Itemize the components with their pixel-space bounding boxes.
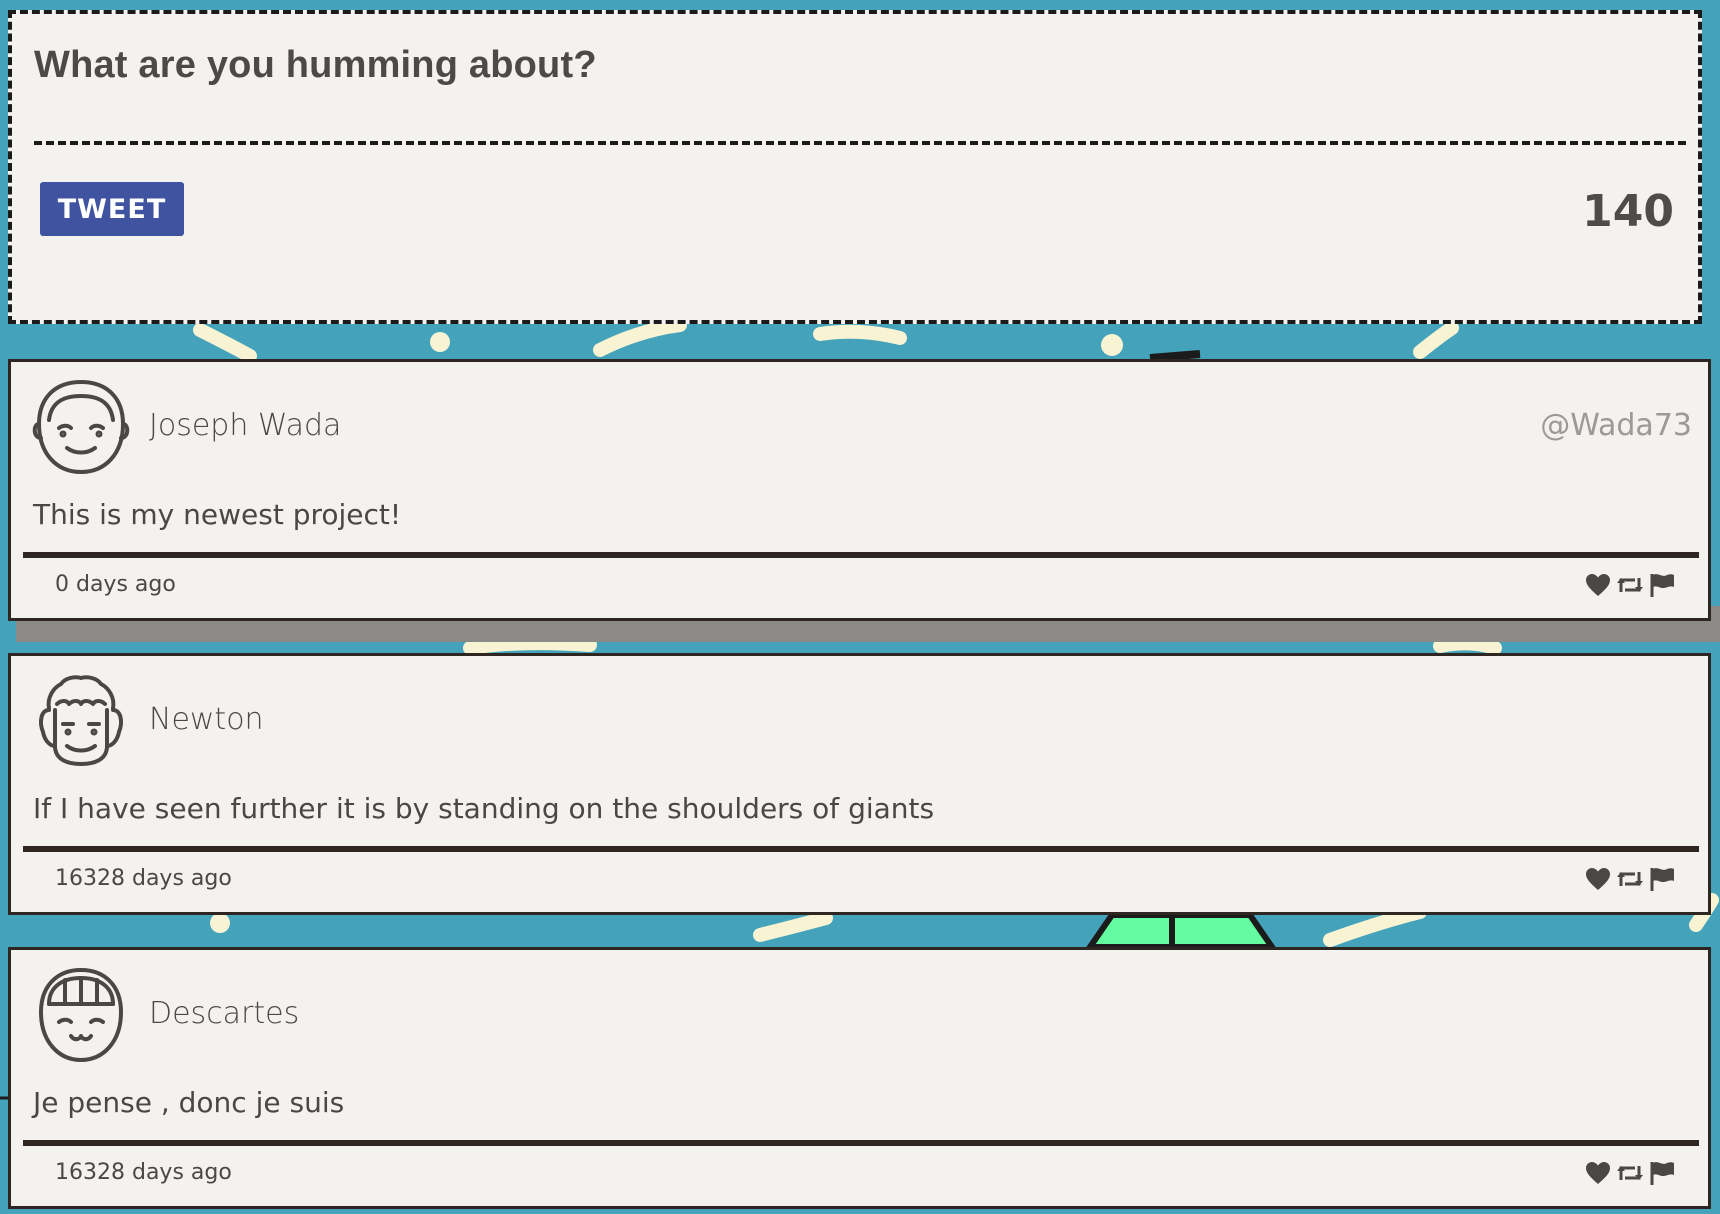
- compose-divider: [34, 141, 1686, 145]
- tweet-card: Descartes Je pense , donc je suis 16328 …: [8, 947, 1711, 1209]
- flag-icon[interactable]: [1648, 1160, 1676, 1186]
- heart-icon[interactable]: [1584, 866, 1612, 892]
- author-name[interactable]: Newton: [149, 702, 264, 737]
- flag-icon[interactable]: [1648, 572, 1676, 598]
- card-divider: [23, 846, 1699, 852]
- page: What are you humming about? TWEET 140 Jo…: [0, 0, 1720, 1214]
- retweet-icon[interactable]: [1616, 1160, 1644, 1186]
- heart-icon[interactable]: [1584, 1160, 1612, 1186]
- flag-icon[interactable]: [1648, 866, 1676, 892]
- smiling-boy-avatar-icon[interactable]: [31, 376, 131, 476]
- retweet-icon[interactable]: [1616, 572, 1644, 598]
- tweet-actions: [1584, 572, 1676, 598]
- bangs-hair-avatar-icon[interactable]: [31, 964, 131, 1064]
- author-name[interactable]: Descartes: [149, 996, 299, 1031]
- heart-icon[interactable]: [1584, 572, 1612, 598]
- tweet-timestamp: 0 days ago: [55, 572, 176, 597]
- tweet-timestamp: 16328 days ago: [55, 866, 232, 891]
- tweet-actions: [1584, 866, 1676, 892]
- compose-box[interactable]: What are you humming about? TWEET 140: [8, 10, 1702, 324]
- tweet-card: Newton If I have seen further it is by s…: [8, 653, 1711, 915]
- card-divider: [23, 552, 1699, 558]
- tweet-text: This is my newest project!: [33, 498, 402, 531]
- author-name[interactable]: Joseph Wada: [149, 408, 341, 443]
- tweet-card: Joseph Wada @Wada73 This is my newest pr…: [8, 359, 1711, 621]
- curly-hair-avatar-icon[interactable]: [31, 670, 131, 770]
- card-divider: [23, 1140, 1699, 1146]
- tweet-actions: [1584, 1160, 1676, 1186]
- tweet-timestamp: 16328 days ago: [55, 1160, 232, 1185]
- tweet-text: Je pense , donc je suis: [33, 1086, 345, 1119]
- retweet-icon[interactable]: [1616, 866, 1644, 892]
- tweet-text: If I have seen further it is by standing…: [33, 792, 935, 825]
- compose-prompt[interactable]: What are you humming about?: [34, 44, 597, 87]
- character-counter: 140: [1582, 186, 1674, 237]
- author-handle[interactable]: @Wada73: [1540, 408, 1692, 443]
- tweet-button[interactable]: TWEET: [40, 182, 184, 236]
